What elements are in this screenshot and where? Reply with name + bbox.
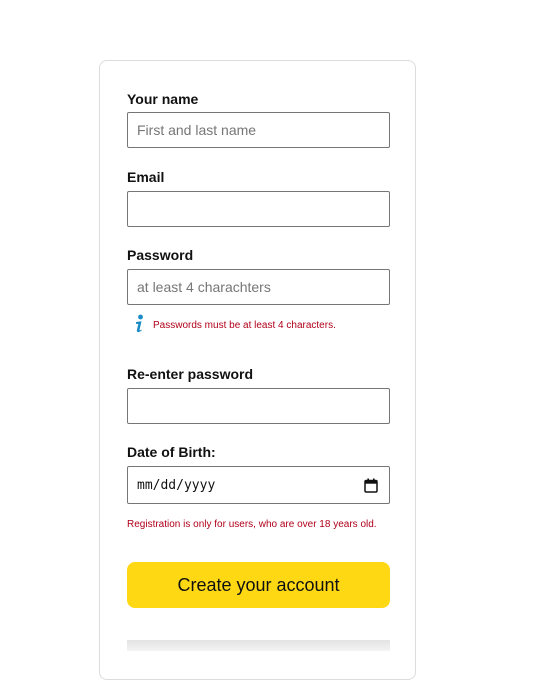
- dob-input[interactable]: mm/dd/yyyy: [127, 466, 390, 504]
- divider: [127, 640, 390, 651]
- password-confirm-input[interactable]: [127, 388, 390, 424]
- password-label: Password: [127, 247, 194, 263]
- calendar-icon[interactable]: [364, 478, 378, 493]
- info-icon: [136, 314, 143, 333]
- email-input[interactable]: [127, 191, 390, 227]
- password-confirm-label: Re-enter password: [127, 366, 254, 382]
- name-input[interactable]: [127, 112, 390, 148]
- dob-placeholder: mm/dd/yyyy: [137, 478, 216, 493]
- email-label: Email: [127, 169, 165, 185]
- password-hint-text: Passwords must be at least 4 characters.: [153, 320, 336, 331]
- dob-age-note: Registration is only for users, who are …: [127, 519, 377, 530]
- password-input[interactable]: [127, 269, 390, 305]
- dob-label: Date of Birth:: [127, 444, 216, 460]
- name-label: Your name: [127, 91, 199, 107]
- create-account-button[interactable]: Create your account: [127, 562, 390, 608]
